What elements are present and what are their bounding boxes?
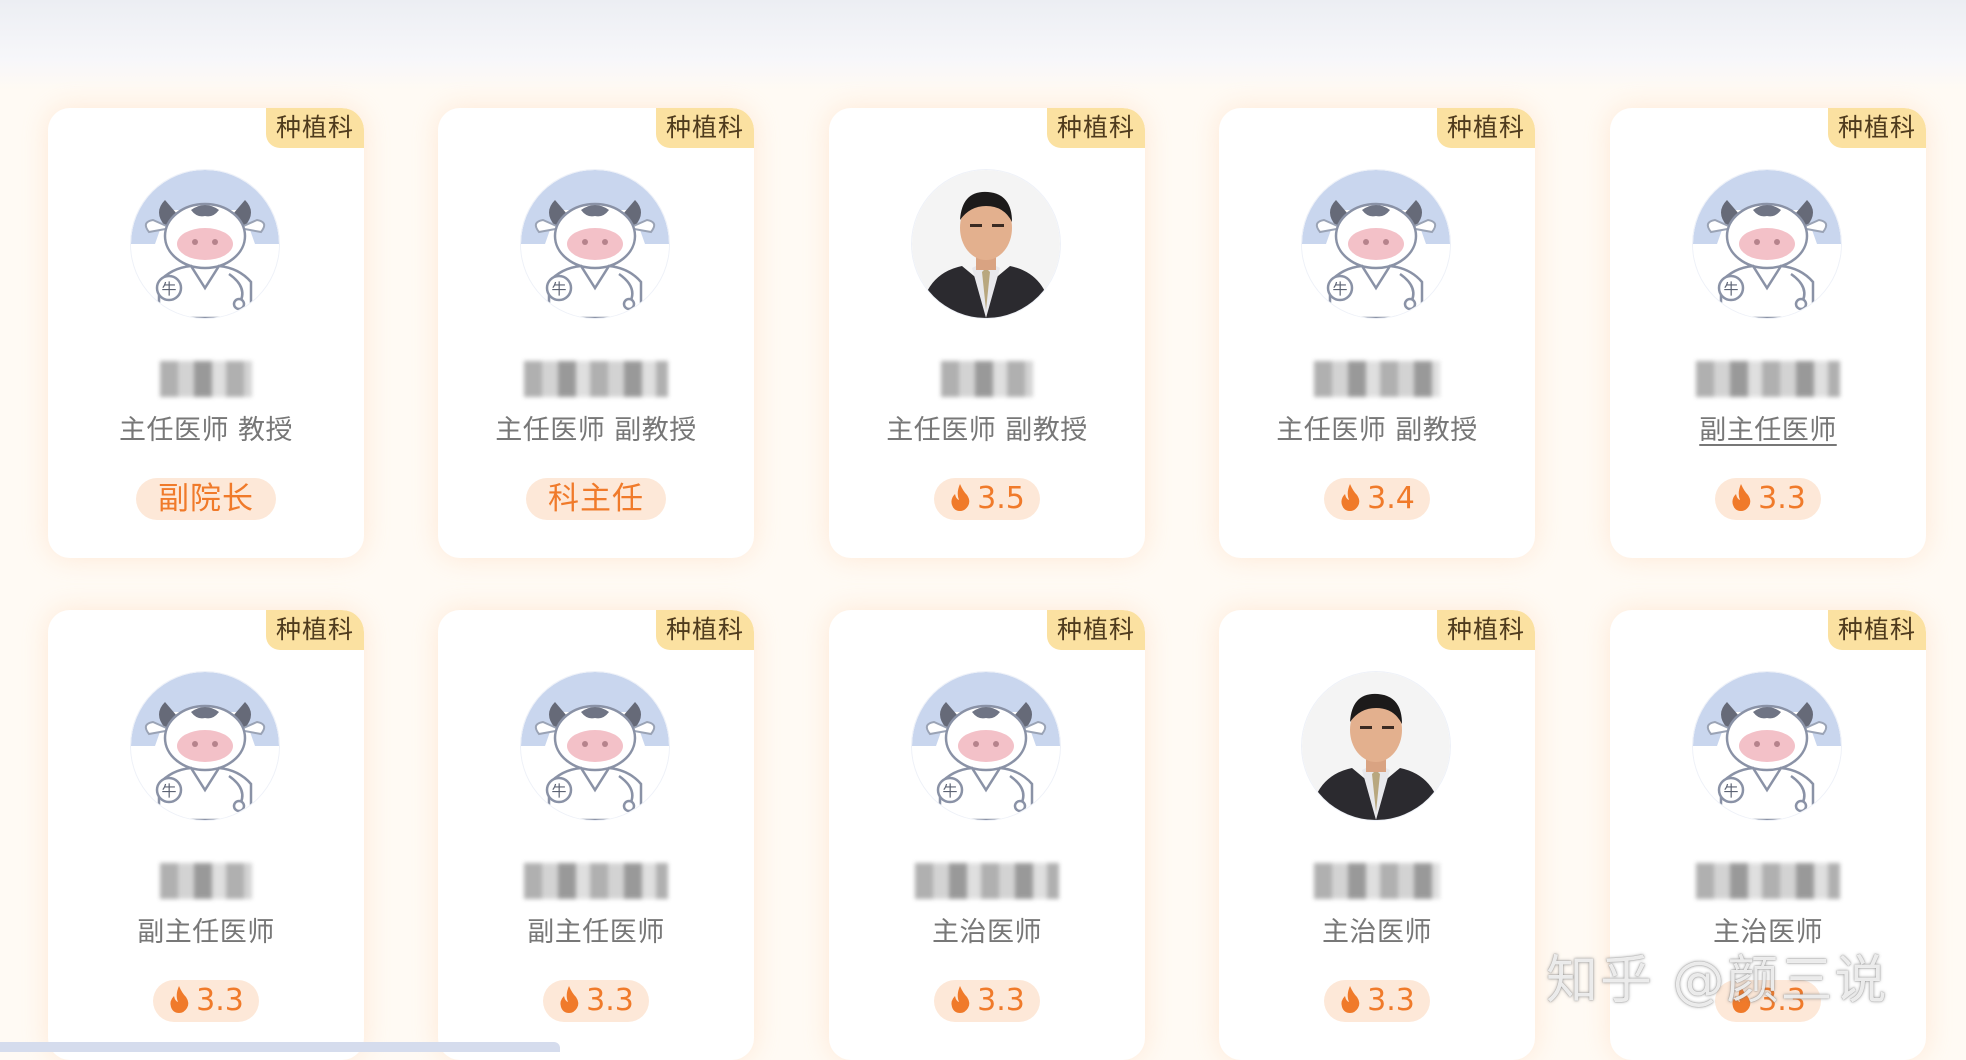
department-tag: 种植科 xyxy=(1828,610,1926,650)
doctor-card[interactable]: 种植科 牛 副主任医师 3.3 xyxy=(48,610,364,1060)
department-tag: 种植科 xyxy=(656,108,754,148)
rating-badge: 3.3 xyxy=(543,980,649,1022)
svg-text:牛: 牛 xyxy=(1723,782,1738,800)
badge-label: 科主任 xyxy=(548,481,644,517)
doctor-name-blurred xyxy=(160,863,252,899)
doctor-photo[interactable] xyxy=(1302,672,1450,820)
doctor-name-blurred xyxy=(1314,863,1440,899)
rating-badge: 3.3 xyxy=(1715,478,1821,520)
doctor-card[interactable]: 种植科 主治医师 3.3 xyxy=(1219,610,1535,1060)
rating-badge: 3.5 xyxy=(934,478,1040,520)
badge-label: 3.3 xyxy=(586,983,634,1018)
department-tag: 种植科 xyxy=(266,610,364,650)
cow-avatar-icon[interactable]: 牛 xyxy=(131,672,279,820)
doctor-name-blurred xyxy=(1696,361,1840,397)
doctor-name-blurred xyxy=(524,863,668,899)
svg-text:牛: 牛 xyxy=(1723,280,1738,298)
badge-label: 3.3 xyxy=(977,983,1025,1018)
doctor-card[interactable]: 种植科 主任医师 副教授 3.5 xyxy=(829,108,1145,558)
watermark: 知乎 @颜三说 xyxy=(1546,951,1889,1011)
doctor-title: 主任医师 教授 xyxy=(118,415,294,446)
badge-label: 3.3 xyxy=(196,983,244,1018)
flame-icon xyxy=(949,985,971,1013)
cow-avatar-icon[interactable]: 牛 xyxy=(521,170,669,318)
rating-badge: 3.4 xyxy=(1324,478,1430,520)
doctor-name-blurred xyxy=(160,361,252,397)
badge-label: 副院长 xyxy=(158,481,254,517)
doctor-name-blurred xyxy=(941,361,1033,397)
badge-label: 3.4 xyxy=(1367,481,1415,516)
svg-text:牛: 牛 xyxy=(161,782,176,800)
badge-label: 3.5 xyxy=(977,481,1025,516)
doctor-title: 主治医师 xyxy=(932,917,1042,948)
doctor-card[interactable]: 种植科 牛 主任医师 副教授科主任 xyxy=(438,108,754,558)
department-tag: 种植科 xyxy=(1047,108,1145,148)
cow-avatar-icon[interactable]: 牛 xyxy=(1693,170,1841,318)
scrollbar[interactable] xyxy=(0,1042,560,1052)
flame-icon xyxy=(1730,483,1752,511)
department-tag: 种植科 xyxy=(1437,610,1535,650)
svg-text:牛: 牛 xyxy=(942,782,957,800)
top-bar xyxy=(0,0,1966,60)
doctor-title: 副主任医师 xyxy=(527,917,665,948)
flame-icon xyxy=(1339,985,1361,1013)
role-badge: 副院长 xyxy=(136,478,276,520)
department-tag: 种植科 xyxy=(1047,610,1145,650)
doctor-card[interactable]: 种植科 牛 主任医师 副教授 3.4 xyxy=(1219,108,1535,558)
department-tag: 种植科 xyxy=(266,108,364,148)
doctor-title: 副主任医师 xyxy=(137,917,275,948)
flame-icon xyxy=(558,985,580,1013)
flame-icon xyxy=(1339,483,1361,511)
cow-avatar-icon[interactable]: 牛 xyxy=(1693,672,1841,820)
rating-badge: 3.3 xyxy=(153,980,259,1022)
department-tag: 种植科 xyxy=(1437,108,1535,148)
svg-text:牛: 牛 xyxy=(551,280,566,298)
doctor-title: 主治医师 xyxy=(1322,917,1432,948)
top-bar-fade xyxy=(0,60,1966,90)
doctor-name-blurred xyxy=(1696,863,1840,899)
badge-label: 3.3 xyxy=(1758,481,1806,516)
doctor-card[interactable]: 种植科 牛 主任医师 教授副院长 xyxy=(48,108,364,558)
doctor-title: 主任医师 副教授 xyxy=(495,415,697,446)
department-tag: 种植科 xyxy=(656,610,754,650)
doctor-card[interactable]: 种植科 牛 副主任医师 3.3 xyxy=(1610,108,1926,558)
svg-text:牛: 牛 xyxy=(551,782,566,800)
doctor-title[interactable]: 副主任医师 xyxy=(1610,408,1926,447)
svg-text:牛: 牛 xyxy=(161,280,176,298)
cow-avatar-icon[interactable]: 牛 xyxy=(1302,170,1450,318)
doctor-title: 主任医师 副教授 xyxy=(1276,415,1478,446)
role-badge: 科主任 xyxy=(526,478,666,520)
doctor-name-blurred xyxy=(1314,361,1440,397)
rating-badge: 3.3 xyxy=(1324,980,1430,1022)
doctor-name-blurred xyxy=(915,863,1059,899)
doctor-title: 主任医师 副教授 xyxy=(886,415,1088,446)
badge-label: 3.3 xyxy=(1367,983,1415,1018)
rating-badge: 3.3 xyxy=(934,980,1040,1022)
flame-icon xyxy=(949,483,971,511)
doctor-name-blurred xyxy=(524,361,668,397)
svg-text:牛: 牛 xyxy=(1332,280,1347,298)
cow-avatar-icon[interactable]: 牛 xyxy=(912,672,1060,820)
flame-icon xyxy=(168,985,190,1013)
cow-avatar-icon[interactable]: 牛 xyxy=(521,672,669,820)
cow-avatar-icon[interactable]: 牛 xyxy=(131,170,279,318)
doctor-card[interactable]: 种植科 牛 主治医师 3.3 xyxy=(829,610,1145,1060)
department-tag: 种植科 xyxy=(1828,108,1926,148)
doctor-card[interactable]: 种植科 牛 副主任医师 3.3 xyxy=(438,610,754,1060)
doctor-photo[interactable] xyxy=(912,170,1060,318)
